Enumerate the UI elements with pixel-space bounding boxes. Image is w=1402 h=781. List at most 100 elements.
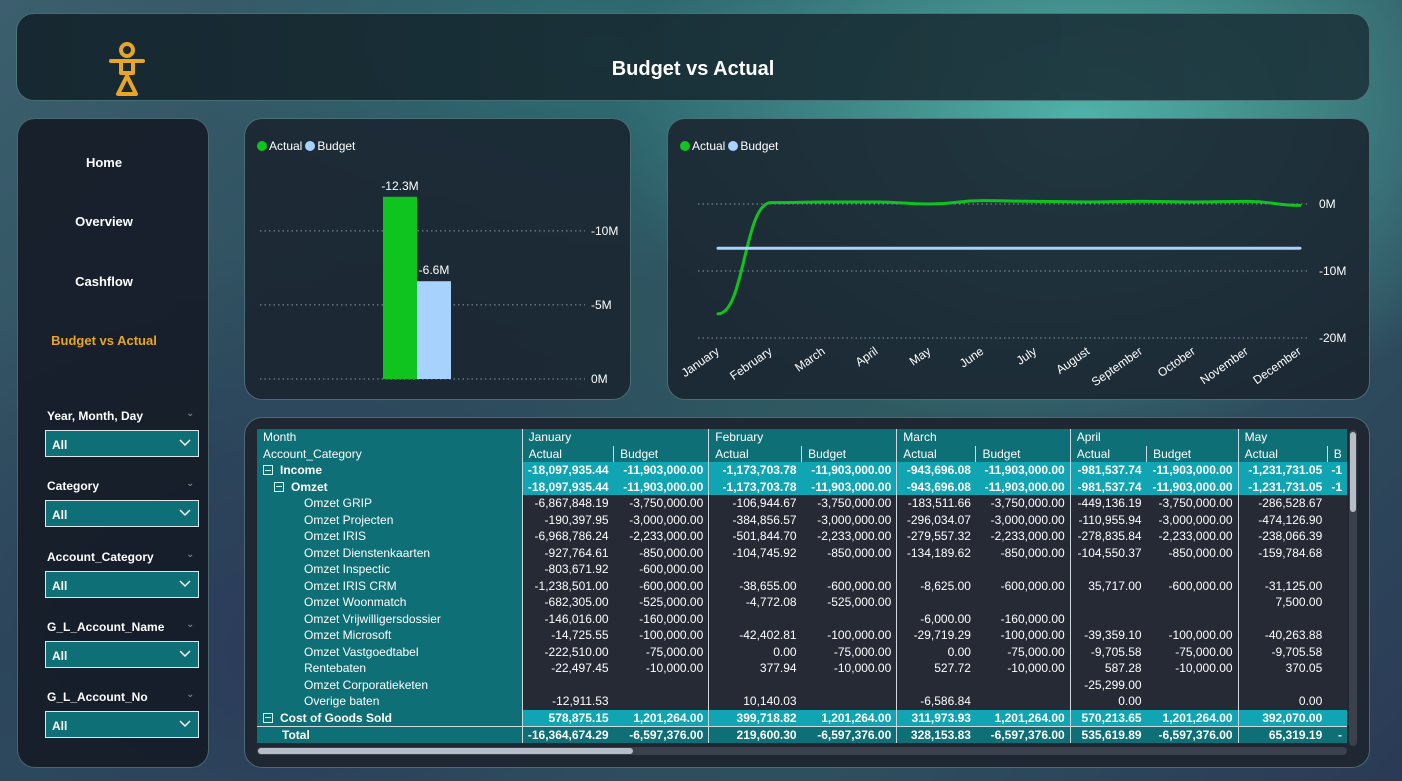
value-cell[interactable]: -4,772.08 xyxy=(708,594,802,611)
value-cell[interactable]: 1,201,264.00 xyxy=(801,709,897,726)
value-cell[interactable]: -278,835.84 xyxy=(1069,528,1147,545)
value-cell[interactable]: -100,000.00 xyxy=(975,627,1071,644)
value-cell[interactable]: -159,784.68 xyxy=(1237,544,1328,561)
value-cell[interactable]: 370.05 xyxy=(1237,660,1328,677)
matrix-row[interactable]: Overige baten -12,911.53 10,140.03 -6,586.8… xyxy=(257,693,1347,710)
subcol-header[interactable]: B xyxy=(1326,445,1347,462)
value-cell[interactable]: 392,070.00 xyxy=(1237,709,1328,726)
value-cell[interactable]: -39,359.10 xyxy=(1069,627,1147,644)
value-cell[interactable]: -6,597,376.00 xyxy=(975,725,1071,743)
value-cell[interactable]: 535,619.89 xyxy=(1069,725,1147,743)
bar-budget[interactable] xyxy=(417,281,451,379)
vertical-scrollbar[interactable] xyxy=(1349,430,1357,746)
value-cell[interactable]: 0.00 xyxy=(708,643,802,660)
matrix-row[interactable]: Omzet Dienstenkaarten -927,764.61 -850,000… xyxy=(257,544,1347,561)
value-cell[interactable]: -600,000.00 xyxy=(975,577,1071,594)
account-name-filter-select[interactable]: All xyxy=(45,641,199,668)
value-cell[interactable] xyxy=(1327,561,1347,578)
value-cell[interactable] xyxy=(1237,676,1328,693)
value-cell[interactable]: -104,745.92 xyxy=(708,544,802,561)
value-cell[interactable]: -40,263.88 xyxy=(1237,627,1328,644)
value-cell[interactable]: -11,903,000.00 xyxy=(1146,478,1239,495)
value-cell[interactable] xyxy=(1327,528,1347,545)
value-cell[interactable]: -29,719.29 xyxy=(896,627,976,644)
value-cell[interactable] xyxy=(1146,693,1239,710)
value-cell[interactable]: 311,973.93 xyxy=(896,709,976,726)
matrix-row[interactable]: Omzet Microsoft -14,725.55 -100,000.00 -42,… xyxy=(257,627,1347,644)
chevron-down-icon[interactable]: ⌄ xyxy=(186,549,194,560)
value-cell[interactable] xyxy=(1327,610,1347,627)
value-cell[interactable]: -1,238,501.00 xyxy=(521,577,614,594)
value-cell[interactable]: 0.00 xyxy=(1237,693,1328,710)
chevron-down-icon[interactable]: ⌄ xyxy=(186,619,194,630)
value-cell[interactable] xyxy=(1069,561,1147,578)
value-cell[interactable]: -10,000.00 xyxy=(801,660,897,677)
matrix-row[interactable]: Omzet -18,097,935.44 -11,903,000.00 -1,173,… xyxy=(257,478,1347,495)
value-cell[interactable]: 328,153.83 xyxy=(896,725,976,743)
value-cell[interactable] xyxy=(1327,495,1347,512)
value-cell[interactable]: -3,750,000.00 xyxy=(1146,495,1239,512)
value-cell[interactable]: -803,671.92 xyxy=(521,561,614,578)
matrix-row[interactable]: Rentebaten -22,497.45 -10,000.00 377.94 -10,… xyxy=(257,660,1347,677)
value-cell[interactable]: -100,000.00 xyxy=(613,627,709,644)
value-cell[interactable]: -11,903,000.00 xyxy=(975,462,1071,479)
value-cell[interactable]: 377.94 xyxy=(708,660,802,677)
value-cell[interactable] xyxy=(1327,627,1347,644)
value-cell[interactable]: -38,655.00 xyxy=(708,577,802,594)
category-filter-select[interactable]: All xyxy=(45,500,199,527)
value-cell[interactable]: -9,705.58 xyxy=(1237,643,1328,660)
value-cell[interactable] xyxy=(1327,544,1347,561)
value-cell[interactable]: 578,875.15 xyxy=(521,709,614,726)
value-cell[interactable]: -6,000.00 xyxy=(896,610,976,627)
value-cell[interactable]: -501,844.70 xyxy=(708,528,802,545)
matrix-table-viewport[interactable]: Month January February March April May A… xyxy=(257,429,1347,751)
month-header[interactable]: May xyxy=(1237,429,1347,446)
value-cell[interactable]: -943,696.08 xyxy=(896,478,976,495)
value-cell[interactable]: -6,968,786.24 xyxy=(521,528,614,545)
value-cell[interactable] xyxy=(1069,610,1147,627)
collapse-icon[interactable] xyxy=(274,481,284,492)
value-cell[interactable]: -11,903,000.00 xyxy=(801,462,897,479)
value-cell[interactable]: -449,136.19 xyxy=(1069,495,1147,512)
value-cell[interactable]: -3,000,000.00 xyxy=(975,511,1071,528)
value-cell[interactable]: 527.72 xyxy=(896,660,976,677)
value-cell[interactable]: -1,231,731.05 xyxy=(1237,478,1328,495)
value-cell[interactable]: 1,201,264.00 xyxy=(1146,709,1239,726)
value-cell[interactable]: -682,305.00 xyxy=(521,594,614,611)
value-cell[interactable]: 7,500.00 xyxy=(1237,594,1328,611)
value-cell[interactable]: -279,557.32 xyxy=(896,528,976,545)
value-cell[interactable] xyxy=(896,676,976,693)
value-cell[interactable]: -100,000.00 xyxy=(1146,627,1239,644)
value-cell[interactable]: 10,140.03 xyxy=(708,693,802,710)
value-cell[interactable]: -2,233,000.00 xyxy=(1146,528,1239,545)
value-cell[interactable]: -3,000,000.00 xyxy=(613,511,709,528)
value-cell[interactable]: -927,764.61 xyxy=(521,544,614,561)
matrix-row[interactable]: Omzet GRIP -6,867,848.19 -3,750,000.00 -106… xyxy=(257,495,1347,512)
value-cell[interactable]: 1,201,264.00 xyxy=(975,709,1071,726)
value-cell[interactable]: -981,537.74 xyxy=(1069,462,1147,479)
value-cell[interactable] xyxy=(1146,561,1239,578)
matrix-row[interactable]: Omzet Corporatieketen -25,299.00 xyxy=(257,676,1347,693)
month-header[interactable]: February xyxy=(708,429,897,446)
subcol-header[interactable]: Budget xyxy=(975,445,1071,462)
value-cell[interactable]: -31,125.00 xyxy=(1237,577,1328,594)
account-category-filter-select[interactable]: All xyxy=(45,571,199,598)
value-cell[interactable]: -11,903,000.00 xyxy=(975,478,1071,495)
value-cell[interactable]: -100,000.00 xyxy=(801,627,897,644)
value-cell[interactable]: -6,867,848.19 xyxy=(521,495,614,512)
matrix-row[interactable]: Omzet Inspectic -803,671.92 -600,000.00 xyxy=(257,561,1347,578)
value-cell[interactable] xyxy=(896,594,976,611)
value-cell[interactable] xyxy=(613,676,709,693)
value-cell[interactable]: -474,126.90 xyxy=(1237,511,1328,528)
value-cell[interactable]: -6,597,376.00 xyxy=(801,725,897,743)
value-cell[interactable] xyxy=(1327,511,1347,528)
value-cell[interactable]: 65,319.19 xyxy=(1237,725,1328,743)
value-cell[interactable]: -134,189.62 xyxy=(896,544,976,561)
value-cell[interactable]: 570,213.65 xyxy=(1069,709,1147,726)
value-cell[interactable] xyxy=(1237,610,1328,627)
value-cell[interactable]: -3,750,000.00 xyxy=(975,495,1071,512)
value-cell[interactable]: -6,597,376.00 xyxy=(613,725,709,743)
value-cell[interactable]: -146,016.00 xyxy=(521,610,614,627)
value-cell[interactable]: -525,000.00 xyxy=(613,594,709,611)
matrix-row[interactable]: Omzet IRIS -6,968,786.24 -2,233,000.00 -501… xyxy=(257,528,1347,545)
